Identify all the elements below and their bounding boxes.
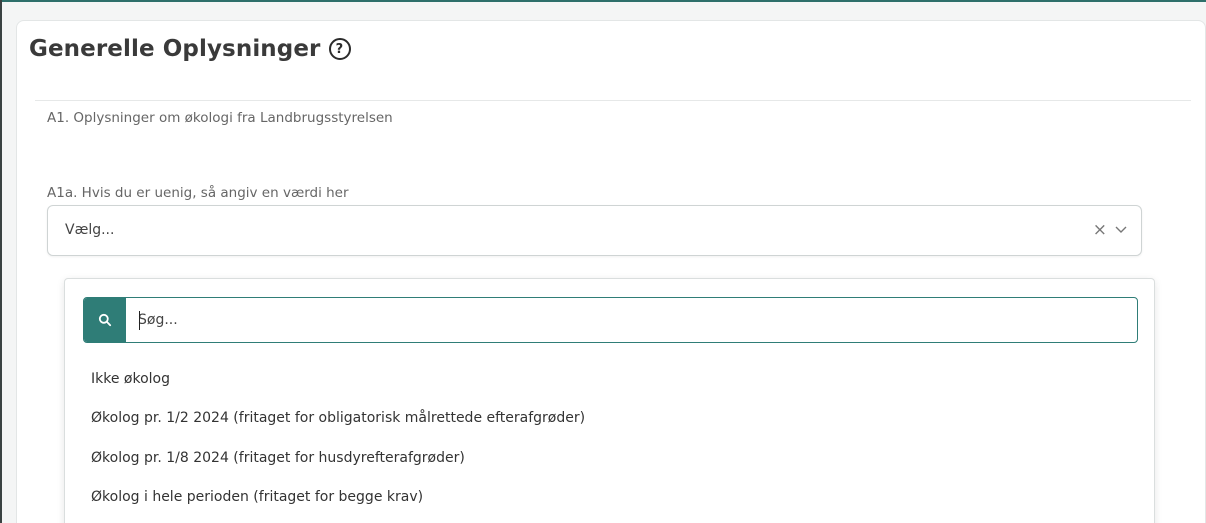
search-field xyxy=(83,297,1138,343)
search-button[interactable] xyxy=(84,298,126,342)
option-okolog-1-2-2024[interactable]: Økolog pr. 1/2 2024 (fritaget for obliga… xyxy=(91,410,585,426)
section-label: A1. Oplysninger om økologi fra Landbrugs… xyxy=(47,110,393,126)
page-title-row: Generelle Oplysninger ? xyxy=(29,36,351,62)
text-caret xyxy=(139,311,140,330)
select-dropdown-menu: Ikke økolog Økolog pr. 1/2 2024 (fritage… xyxy=(64,278,1155,523)
option-okolog-1-8-2024[interactable]: Økolog pr. 1/8 2024 (fritaget for husdyr… xyxy=(91,450,465,466)
window-left-border xyxy=(0,0,2,523)
page-title: Generelle Oplysninger xyxy=(29,36,321,62)
field-label: A1a. Hvis du er uenig, så angiv en værdi… xyxy=(47,185,349,201)
window-top-border xyxy=(0,0,1206,2)
clear-icon[interactable]: × xyxy=(1093,220,1107,240)
option-okolog-hele-perioden[interactable]: Økolog i hele perioden (fritaget for beg… xyxy=(91,489,423,505)
economy-select[interactable]: Vælg... × xyxy=(47,205,1142,256)
chevron-down-icon[interactable] xyxy=(1113,221,1129,237)
search-input[interactable] xyxy=(126,298,1136,342)
select-value: Vælg... xyxy=(65,222,115,238)
option-ikke-okolog[interactable]: Ikke økolog xyxy=(91,371,170,387)
search-icon xyxy=(98,313,112,327)
help-icon[interactable]: ? xyxy=(328,38,351,60)
